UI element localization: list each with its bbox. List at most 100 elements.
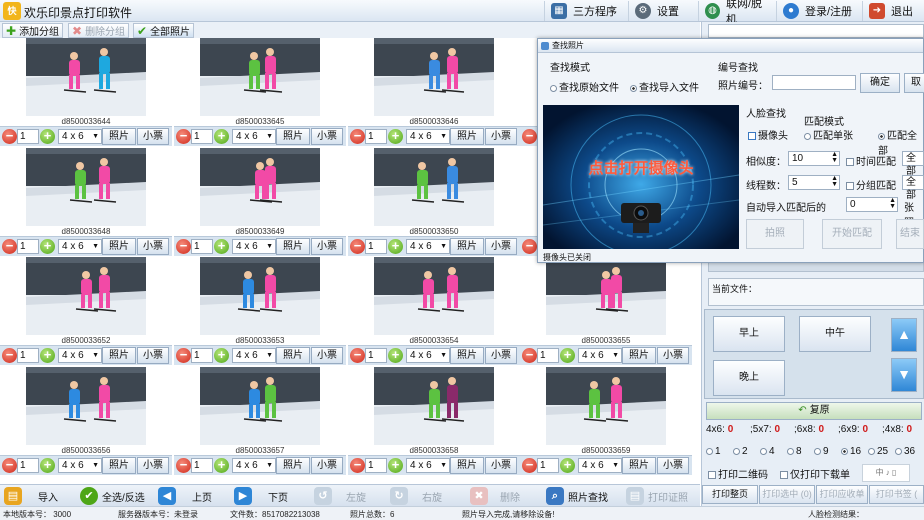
decrease-qty-button[interactable]: − (522, 239, 537, 254)
print-ticket-button[interactable]: 小票 (137, 457, 169, 474)
print-size-select[interactable]: 4 x 6▼ (58, 129, 102, 144)
increase-qty-button[interactable]: + (40, 129, 55, 144)
noon-button[interactable]: 中午 (799, 316, 871, 352)
camera-preview[interactable]: 点击打开摄像头 (543, 105, 739, 249)
time-match-checkbox[interactable]: 时间匹配 (846, 153, 896, 168)
rotate-right-button[interactable]: ↻ 右旋 (390, 486, 442, 506)
decrease-qty-button[interactable]: − (522, 348, 537, 363)
layout-count-radio[interactable]: 36 (895, 446, 915, 457)
online-offline-button[interactable]: ◍ 联网/脱机 (698, 0, 770, 26)
evening-button[interactable]: 晚上 (713, 360, 785, 396)
photo-thumbnail[interactable] (374, 148, 494, 226)
exit-button[interactable]: ➜ 退出 (862, 1, 924, 21)
photo-card[interactable]: d8500033653 − 1 + 4 x 6 ▼ 照片 小票 (174, 257, 346, 367)
photo-card[interactable]: d8500033650 − 1 + 4 x 6 ▼ 照片 小票 (348, 148, 520, 258)
qty-input[interactable]: 1 (191, 458, 213, 473)
decrease-qty-button[interactable]: − (176, 458, 191, 473)
photo-card[interactable]: d8500033644 − 1 + 4 x 6 ▼ 照片 小票 (0, 38, 172, 148)
photo-thumbnail[interactable] (374, 367, 494, 445)
print-ticket-button[interactable]: 小票 (657, 457, 689, 474)
qty-input[interactable]: 1 (191, 239, 213, 254)
camera-checkbox[interactable]: 摄像头 (748, 127, 788, 142)
decrease-qty-button[interactable]: − (2, 239, 17, 254)
layout-count-radio[interactable]: 9 (814, 446, 829, 457)
print-photo-button[interactable]: 照片 (450, 128, 484, 145)
photo-thumbnail[interactable] (200, 148, 320, 226)
decrease-qty-button[interactable]: − (2, 129, 17, 144)
photo-card[interactable]: d8500033657 − 1 + 4 x 6 ▼ 照片 小票 (174, 367, 346, 477)
print-ticket-button[interactable]: 小票 (485, 128, 517, 145)
print-size-select[interactable]: 4 x 6▼ (58, 348, 102, 363)
photo-card[interactable]: d8500033646 − 1 + 4 x 6 ▼ 照片 小票 (348, 38, 520, 148)
photo-search-button[interactable]: ⌕ 照片查找 (546, 486, 608, 506)
start-match-button[interactable]: 开始匹配 (822, 219, 882, 249)
photo-card[interactable]: d8500033656 − 1 + 4 x 6 ▼ 照片 小票 (0, 367, 172, 477)
print-ticket-button[interactable]: 小票 (137, 238, 169, 255)
print-ticket-button[interactable]: 小票 (311, 238, 343, 255)
print-bookmark-button[interactable]: 打印书签 ( (869, 485, 924, 504)
arrow-up-button[interactable]: ▲ (891, 318, 917, 352)
print-ticket-button[interactable]: 小票 (311, 457, 343, 474)
print-size-select[interactable]: 4 x 6▼ (578, 348, 622, 363)
photo-thumbnail[interactable] (26, 148, 146, 226)
increase-qty-button[interactable]: + (560, 348, 575, 363)
delete-photo-button[interactable]: ✖ 删除 (470, 486, 520, 506)
decrease-qty-button[interactable]: − (350, 348, 365, 363)
print-photo-button[interactable]: 照片 (622, 457, 656, 474)
settings-button[interactable]: ⚙ 设置 (628, 1, 692, 21)
layout-count-radio[interactable]: 25 (868, 446, 888, 457)
photo-card[interactable]: d8500033649 − 1 + 4 x 6 ▼ 照片 小票 (174, 148, 346, 258)
increase-qty-button[interactable]: + (214, 348, 229, 363)
arrow-down-button[interactable]: ▼ (891, 358, 917, 392)
qty-input[interactable]: 1 (537, 458, 559, 473)
login-register-button[interactable]: ● 登录/注册 (776, 1, 856, 21)
add-group-button[interactable]: ✚ 添加分组 (2, 23, 64, 38)
photo-thumbnail[interactable] (200, 367, 320, 445)
print-size-select[interactable]: 4 x 6▼ (406, 458, 450, 473)
qty-input[interactable]: 1 (365, 348, 387, 363)
increase-qty-button[interactable]: + (388, 129, 403, 144)
decrease-qty-button[interactable]: − (176, 348, 191, 363)
print-photo-button[interactable]: 照片 (450, 457, 484, 474)
threads-spinner[interactable]: 5 ▲ ▼ (788, 175, 840, 190)
search-original-radio[interactable]: 查找原始文件 (550, 79, 619, 94)
all-photos-tab[interactable]: ✔ 全部照片 (133, 23, 195, 38)
increase-qty-button[interactable]: + (560, 458, 575, 473)
group-match-checkbox[interactable]: 分组匹配 (846, 177, 896, 192)
layout-count-radio[interactable]: 4 (760, 446, 775, 457)
qty-input[interactable]: 1 (365, 458, 387, 473)
print-ticket-button[interactable]: 小票 (657, 347, 689, 364)
print-ticket-button[interactable]: 小票 (137, 347, 169, 364)
photo-thumbnail[interactable] (546, 367, 666, 445)
confirm-button[interactable]: 确定 (860, 73, 900, 93)
decrease-qty-button[interactable]: − (522, 129, 537, 144)
photo-thumbnail[interactable] (200, 38, 320, 116)
print-qr-checkbox[interactable]: 打印二维码 (708, 466, 768, 481)
select-all-button[interactable]: ✔ 全选/反选 (80, 486, 145, 506)
qty-input[interactable]: 1 (191, 129, 213, 144)
print-size-select[interactable]: 4 x 6▼ (58, 458, 102, 473)
photo-thumbnail[interactable] (26, 38, 146, 116)
search-imported-radio[interactable]: 查找导入文件 (630, 79, 699, 94)
decrease-qty-button[interactable]: − (176, 239, 191, 254)
prev-page-button[interactable]: ◀ 上页 (158, 486, 212, 506)
import-button[interactable]: ▤ 导入 (4, 486, 58, 506)
print-size-select[interactable]: 4 x 6▼ (406, 239, 450, 254)
print-size-select[interactable]: 4 x 6▼ (232, 458, 276, 473)
group-match-select[interactable]: 全部 (902, 175, 924, 201)
print-photo-button[interactable]: 照片 (102, 238, 136, 255)
cancel-button[interactable]: 取 (904, 73, 924, 93)
print-photo-button[interactable]: 照片 (450, 238, 484, 255)
print-size-select[interactable]: 4 x 6▼ (232, 348, 276, 363)
rotate-left-button[interactable]: ↺ 左旋 (314, 486, 366, 506)
next-page-button[interactable]: ▶ 下页 (234, 486, 288, 506)
decrease-qty-button[interactable]: − (176, 129, 191, 144)
morning-button[interactable]: 早上 (713, 316, 785, 352)
auto-import-spinner[interactable]: 0 ▲ ▼ (846, 197, 898, 212)
increase-qty-button[interactable]: + (40, 458, 55, 473)
photo-thumbnail[interactable] (200, 257, 320, 335)
decrease-qty-button[interactable]: − (522, 458, 537, 473)
print-photo-button[interactable]: 照片 (276, 457, 310, 474)
print-photo-button[interactable]: 照片 (102, 347, 136, 364)
photo-thumbnail[interactable] (26, 367, 146, 445)
